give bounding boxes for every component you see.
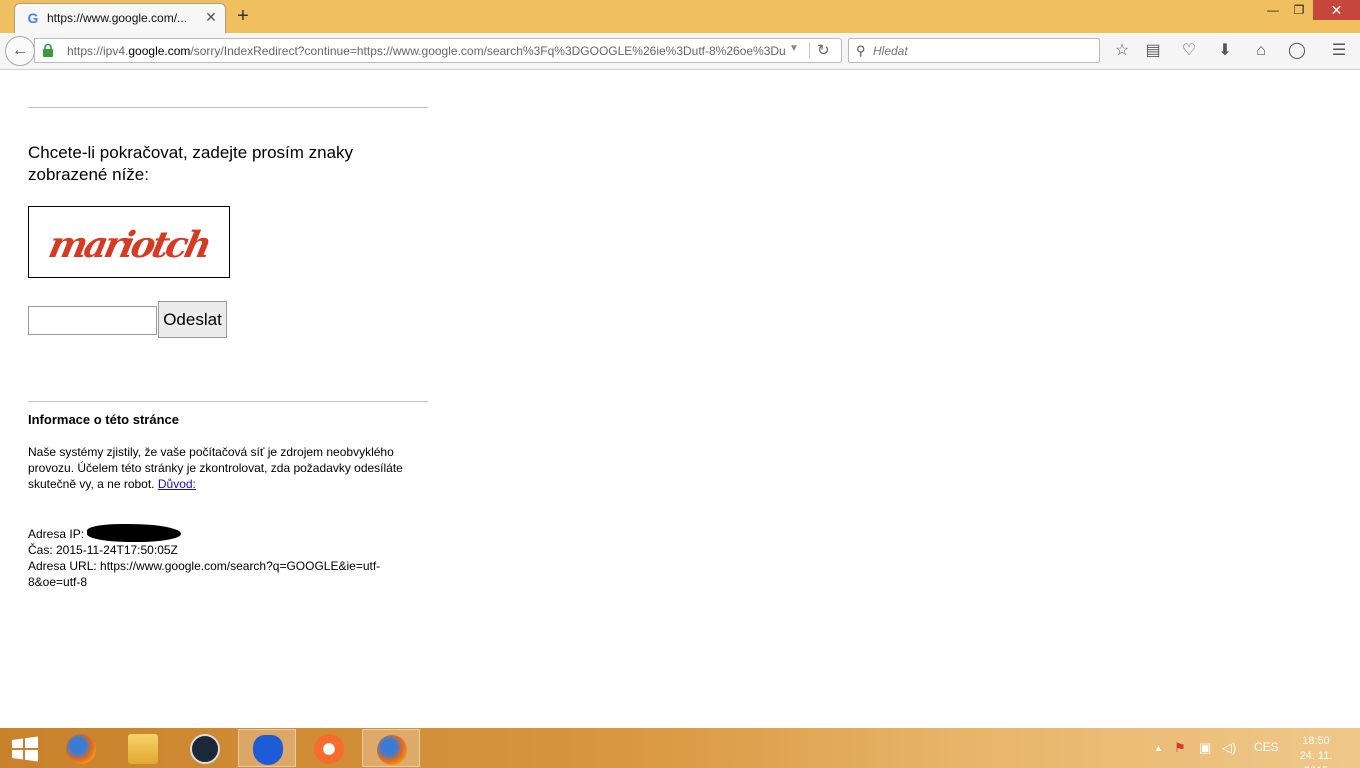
taskbar: ▲ ⚑ ▣ ◁) CES 18:50 24. 11. 2015 — [0, 728, 1360, 768]
taskbar-steam[interactable] — [176, 729, 234, 767]
captcha-prompt: Chcete-li pokračovat, zadejte prosím zna… — [28, 143, 354, 184]
tray-expand-icon[interactable]: ▲ — [1154, 743, 1163, 753]
search-icon: ⚲ — [856, 43, 866, 58]
taskbar-origin[interactable] — [300, 729, 358, 767]
malwarebytes-icon — [253, 735, 283, 765]
top-divider — [28, 107, 428, 108]
captcha-image: mariotch — [28, 206, 230, 278]
redacted-ip — [87, 524, 182, 542]
url-divider — [809, 42, 810, 59]
minimize-button[interactable]: — — [1260, 0, 1286, 20]
firefox-icon — [66, 734, 96, 764]
url-path: /sorry/IndexRedirect?continue=https://ww… — [190, 44, 786, 58]
info-title: Informace o této stránce — [28, 412, 179, 427]
url-line: Adresa URL: https://www.google.com/searc… — [28, 559, 381, 589]
reason-link[interactable]: Důvod: — [158, 477, 196, 491]
request-metadata: Adresa IP: Čas: 2015-11-24T17:50:05Z Adr… — [28, 524, 430, 590]
volume-icon[interactable]: ◁) — [1222, 740, 1236, 756]
search-input[interactable] — [873, 44, 1093, 58]
ip-line: Adresa IP: — [28, 524, 430, 542]
system-clock[interactable]: 18:50 24. 11. 2015 — [1286, 734, 1346, 768]
taskbar-file-explorer[interactable] — [114, 729, 172, 767]
search-bar[interactable]: ⚲ — [848, 38, 1100, 63]
reading-list-icon[interactable]: ▤ — [1141, 39, 1165, 63]
clock-date: 24. 11. 2015 — [1299, 750, 1333, 768]
tab-close-icon[interactable]: ✕ — [203, 9, 219, 25]
language-indicator[interactable]: CES — [1254, 740, 1279, 754]
tab-title: https://www.google.com/... — [47, 11, 188, 25]
svg-text:mariotch: mariotch — [45, 223, 213, 266]
url-host: google.com — [128, 44, 191, 58]
steam-icon — [190, 734, 220, 764]
network-icon[interactable]: ▣ — [1199, 740, 1211, 756]
ip-label: Adresa IP: — [28, 527, 85, 541]
download-icon[interactable]: ⬇ — [1213, 39, 1237, 63]
captcha-input[interactable] — [28, 306, 157, 335]
browser-tab[interactable]: G https://www.google.com/... ✕ — [14, 3, 226, 33]
close-window-button[interactable]: ✕ — [1313, 0, 1360, 20]
taskbar-firefox[interactable] — [52, 729, 110, 767]
back-icon: ← — [12, 42, 28, 59]
time-line: Čas: 2015-11-24T17:50:05Z — [28, 543, 178, 557]
navigation-toolbar: https://ipv4.google.com/sorry/IndexRedir… — [0, 33, 1360, 70]
pocket-icon[interactable]: ♡ — [1177, 39, 1201, 63]
bottom-divider — [28, 401, 428, 402]
clock-time: 18:50 — [1302, 735, 1330, 747]
taskbar-firefox-active[interactable] — [362, 729, 420, 767]
back-button[interactable]: ← — [5, 36, 35, 66]
menu-icon[interactable]: ☰ — [1327, 39, 1351, 63]
chat-icon[interactable]: ◯ — [1285, 39, 1309, 63]
windows-start-icon[interactable] — [8, 736, 42, 762]
firefox-active-icon — [377, 735, 407, 765]
reload-icon[interactable]: ↻ — [817, 41, 830, 59]
title-bar: G https://www.google.com/... ✕ + — ❐ ✕ — [0, 0, 1360, 33]
maximize-button[interactable]: ❐ — [1286, 0, 1312, 20]
info-body: Naše systémy zjistily, že vaše počítačov… — [28, 445, 403, 491]
url-bar[interactable]: https://ipv4.google.com/sorry/IndexRedir… — [34, 38, 842, 63]
origin-icon — [314, 734, 344, 764]
new-tab-button[interactable]: + — [232, 5, 254, 27]
url-text[interactable]: https://ipv4.google.com/sorry/IndexRedir… — [67, 44, 787, 58]
captcha-distorted-text: mariotch — [45, 223, 213, 266]
action-center-icon[interactable]: ⚑ — [1174, 740, 1186, 756]
info-text: Naše systémy zjistily, že vaše počítačov… — [28, 444, 430, 492]
star-icon[interactable]: ☆ — [1110, 39, 1134, 63]
url-dropdown-icon[interactable]: ▼ — [789, 43, 799, 54]
file-explorer-icon — [128, 734, 158, 764]
google-favicon-icon: G — [27, 10, 39, 26]
taskbar-malwarebytes[interactable] — [238, 729, 296, 767]
lock-icon — [43, 44, 53, 57]
submit-button[interactable]: Odeslat — [158, 301, 227, 338]
url-prefix: https://ipv4. — [67, 44, 129, 58]
home-icon[interactable]: ⌂ — [1249, 39, 1273, 63]
